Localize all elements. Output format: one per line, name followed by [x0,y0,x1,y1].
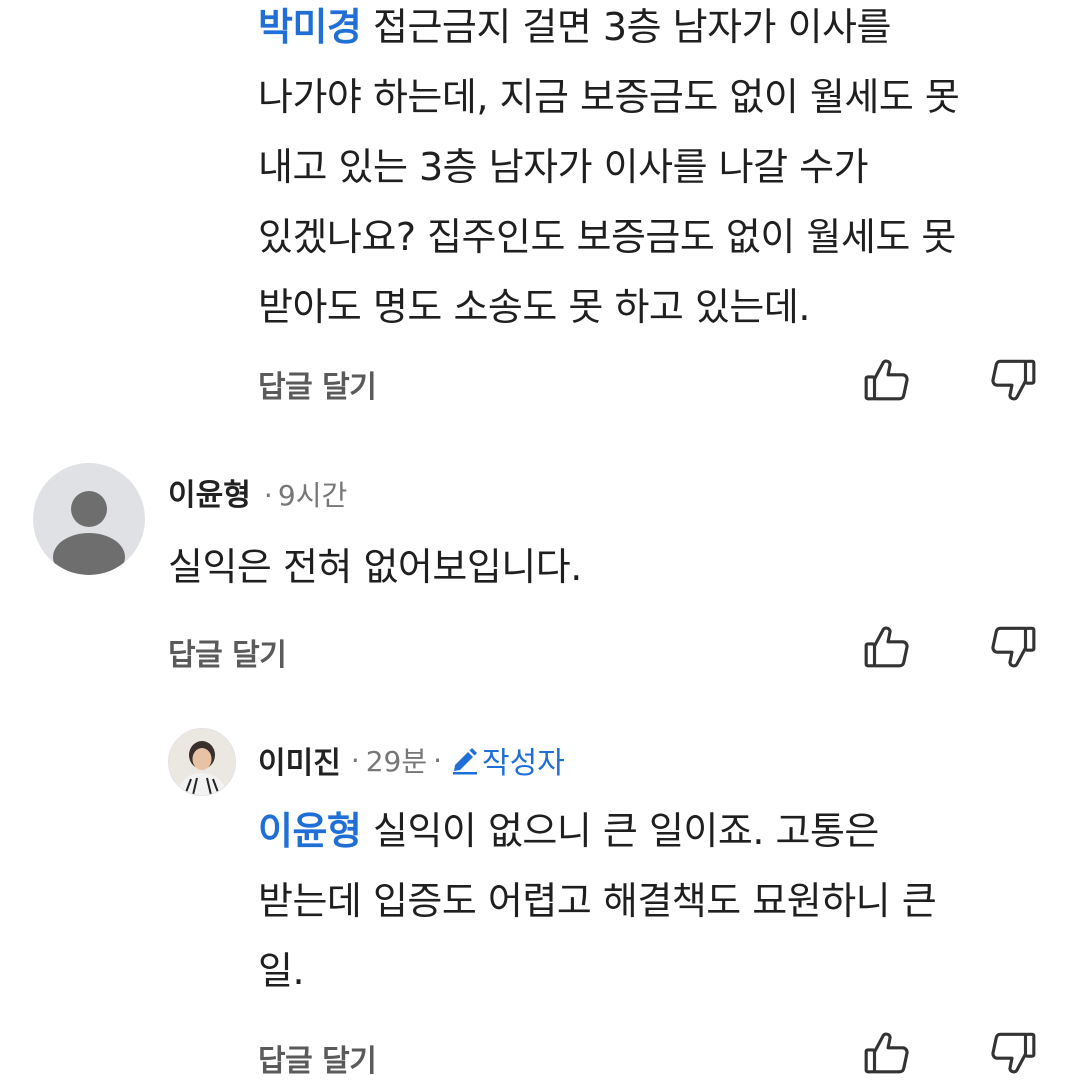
meta-separator: · [433,743,443,777]
thumbs-down-icon[interactable] [988,622,1038,672]
comment-line: 나가야 하는데, 지금 보증금도 없이 월세도 못 [258,75,960,119]
timestamp: 29분 [365,745,428,778]
comment-line: 받아도 명도 소송도 못 하고 있는데. [258,285,810,329]
comment-header: 이윤형 · 9시간 [168,470,347,514]
comment-body: 박미경 접근금지 걸면 3층 남자가 이사를 나가야 하는데, 지금 보증금도 … [258,0,1058,342]
thumbs-down-icon[interactable] [988,1028,1038,1078]
mention-link[interactable]: 박미경 [258,5,362,49]
comment-line: 이윤형 실익이 없으니 큰 일이죠. 고통은 [258,809,879,853]
comment-line: 일. [258,949,305,993]
comment-line: 박미경 접근금지 걸면 3층 남자가 이사를 [258,5,891,49]
author-name[interactable]: 이미진 [258,738,341,782]
thumbs-down-icon[interactable] [988,355,1038,405]
thumbs-up-icon[interactable] [862,1028,912,1078]
comment-header: 이미진 · 29분 · 작성자 [258,738,565,782]
author-name[interactable]: 이윤형 [168,478,251,513]
pencil-icon [450,745,480,775]
thumbs-up-icon[interactable] [862,622,912,672]
comment-line: 받는데 입증도 어렵고 해결책도 묘원하니 큰 [258,879,937,923]
reply-button[interactable]: 답글 달기 [168,630,287,674]
meta-separator: · [263,479,273,512]
mention-link[interactable]: 이윤형 [258,809,362,853]
reply-button[interactable]: 답글 달기 [258,362,377,406]
thumbs-up-icon[interactable] [862,355,912,405]
comment-body: 실익은 전혀 없어보입니다. [168,545,582,589]
comment-line: 내고 있는 3층 남자가 이사를 나갈 수가 [258,145,869,189]
author-badge: 작성자 [482,746,565,781]
comment-line: 있겠나요? 집주인도 보증금도 없이 월세도 못 [258,215,956,259]
reply-button[interactable]: 답글 달기 [258,1036,377,1080]
comment-body: 이윤형 실익이 없으니 큰 일이죠. 고통은 받는데 입증도 어렵고 해결책도 … [258,796,1058,1006]
meta-separator: · [350,743,360,777]
avatar[interactable] [168,728,236,796]
avatar[interactable] [33,463,145,575]
timestamp: 9시간 [277,479,348,512]
